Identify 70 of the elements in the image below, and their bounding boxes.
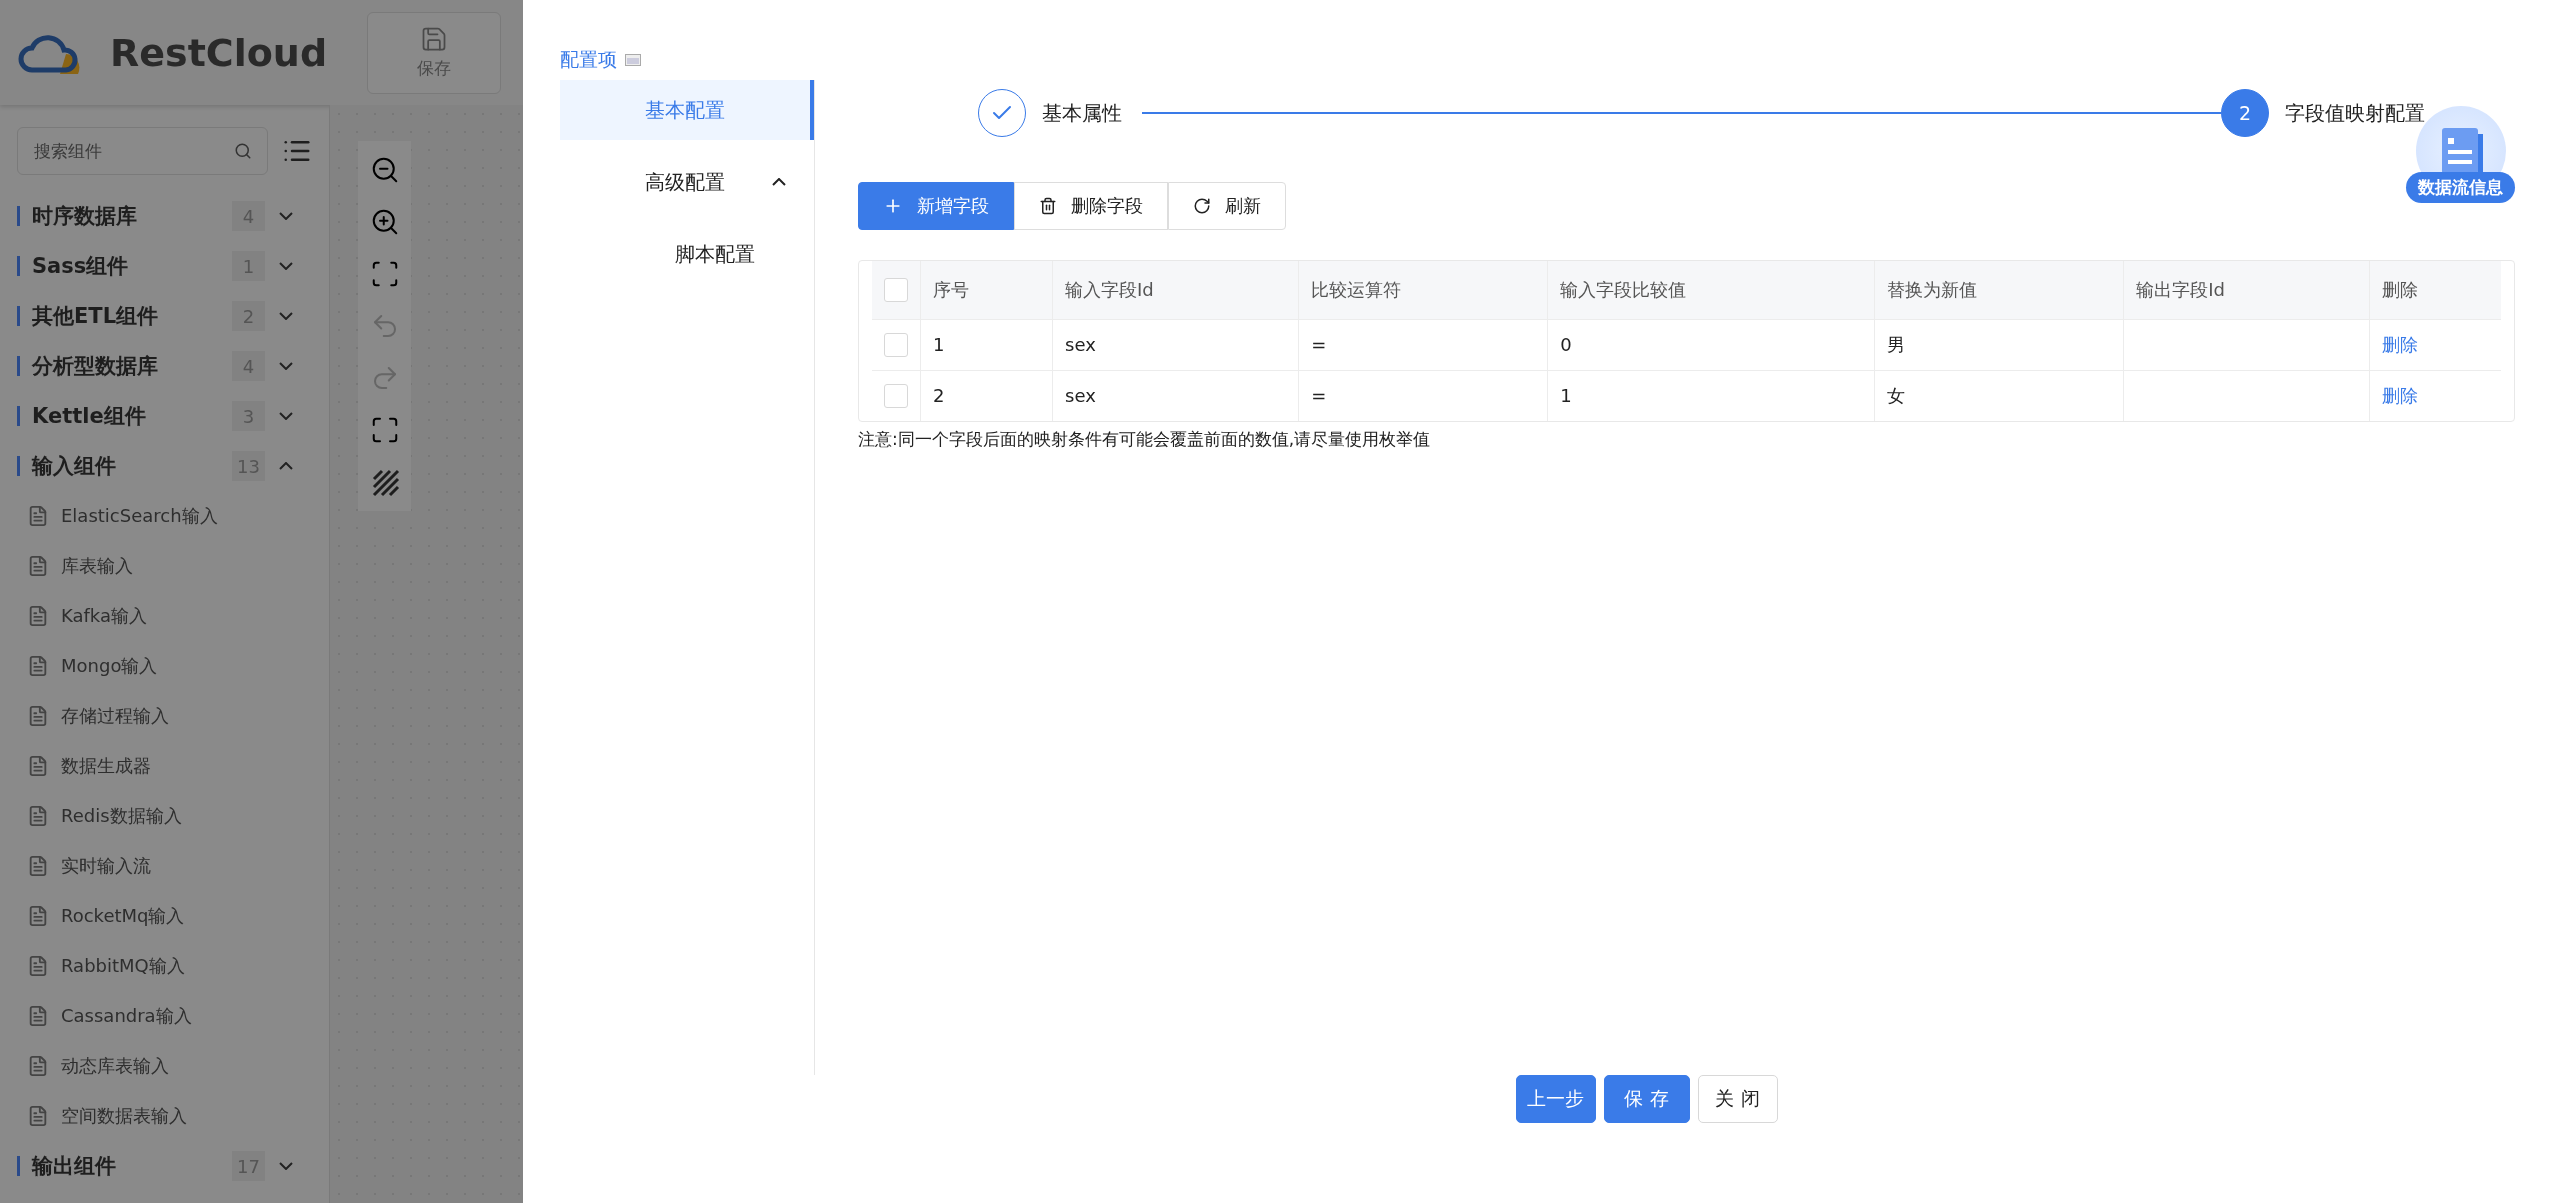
table-cell: sex	[1052, 370, 1299, 421]
step-icon: 2	[2221, 89, 2269, 137]
table-cell: =	[1298, 319, 1548, 370]
trash-icon	[1039, 197, 1057, 215]
file-icon	[27, 955, 49, 977]
search-icon	[234, 142, 252, 160]
file-icon	[27, 655, 49, 677]
column-header: 比较运算符	[1298, 261, 1548, 319]
logo-text: RestCloud	[110, 30, 328, 75]
component-item[interactable]: 动态库表输入	[17, 1041, 329, 1091]
menu-item[interactable]: 基本配置	[560, 80, 814, 140]
column-header: 输入字段Id	[1052, 261, 1299, 319]
image-icon	[625, 54, 641, 66]
delete-button[interactable]: 删除字段	[1014, 182, 1168, 230]
file-icon	[27, 755, 49, 777]
checkbox[interactable]	[884, 383, 908, 408]
component-item[interactable]: Mongo输入	[17, 641, 329, 691]
delete-link[interactable]: 删除	[2382, 333, 2419, 355]
checkbox[interactable]	[884, 277, 908, 302]
component-item[interactable]: Kafka输入	[17, 591, 329, 641]
component-item[interactable]: Redis数据输入	[17, 791, 329, 841]
menu-item[interactable]: 脚本配置	[560, 224, 814, 284]
note-text: 注意:同一个字段后面的映射条件有可能会覆盖前面的数值,请尽量使用枚举值	[858, 428, 1432, 451]
file-icon	[27, 905, 49, 927]
component-item[interactable]: 存储过程输入	[17, 691, 329, 741]
table-cell: 女	[1874, 370, 2124, 421]
table-cell: 1	[920, 319, 1053, 370]
file-icon	[27, 855, 49, 877]
menu-item[interactable]: 高级配置	[560, 152, 814, 212]
step-title: 字段值映射配置	[2285, 99, 2425, 127]
component-item[interactable]: 实时输入流	[17, 841, 329, 891]
column-header: 删除	[2369, 261, 2501, 319]
file-icon	[27, 1055, 49, 1077]
file-icon	[27, 805, 49, 827]
column-header: 输出字段Id	[2123, 261, 2370, 319]
footer-button[interactable]: 关 闭	[1697, 1075, 1778, 1123]
table-cell: sex	[1052, 319, 1299, 370]
component-item[interactable]: ElasticSearch输入	[17, 491, 329, 541]
table-cell: 1	[1547, 370, 1875, 421]
save-button[interactable]: 保存	[367, 11, 502, 94]
table-cell: =	[1298, 370, 1548, 421]
file-icon	[27, 1005, 49, 1027]
footer-button[interactable]: 上一步	[1515, 1075, 1596, 1123]
search-field[interactable]: 搜索组件	[17, 127, 268, 175]
column-header: 序号	[920, 261, 1053, 319]
file-icon	[27, 505, 49, 527]
table-cell: 男	[1874, 319, 2124, 370]
file-icon	[27, 605, 49, 627]
file-icon	[27, 705, 49, 727]
add-button[interactable]: 新增字段	[858, 182, 1014, 230]
column-header: 输入字段比较值	[1547, 261, 1875, 319]
component-item[interactable]: 数据生成器	[17, 741, 329, 791]
component-item[interactable]: 空间数据表输入	[17, 1091, 329, 1141]
refresh-button[interactable]: 刷新	[1168, 182, 1286, 230]
footer-button[interactable]: 保 存	[1603, 1075, 1690, 1123]
column-header: 替换为新值	[1874, 261, 2124, 319]
table-cell: 2	[920, 370, 1053, 421]
component-item[interactable]: 库表输入	[17, 541, 329, 591]
refresh-icon	[1193, 197, 1211, 215]
table-cell: 0	[1547, 319, 1875, 370]
component-item[interactable]: RabbitMQ输入	[17, 941, 329, 991]
component-item[interactable]: Cassandra输入	[17, 991, 329, 1041]
delete-link[interactable]: 删除	[2382, 384, 2419, 406]
file-icon	[27, 1105, 49, 1127]
checkbox[interactable]	[884, 332, 908, 357]
step-title: 基本属性	[1042, 99, 1122, 127]
info-badge[interactable]: 数据流信息	[2406, 172, 2515, 203]
config-title: 配置项	[560, 47, 617, 72]
component-item[interactable]: RocketMq输入	[17, 891, 329, 941]
file-icon	[27, 555, 49, 577]
